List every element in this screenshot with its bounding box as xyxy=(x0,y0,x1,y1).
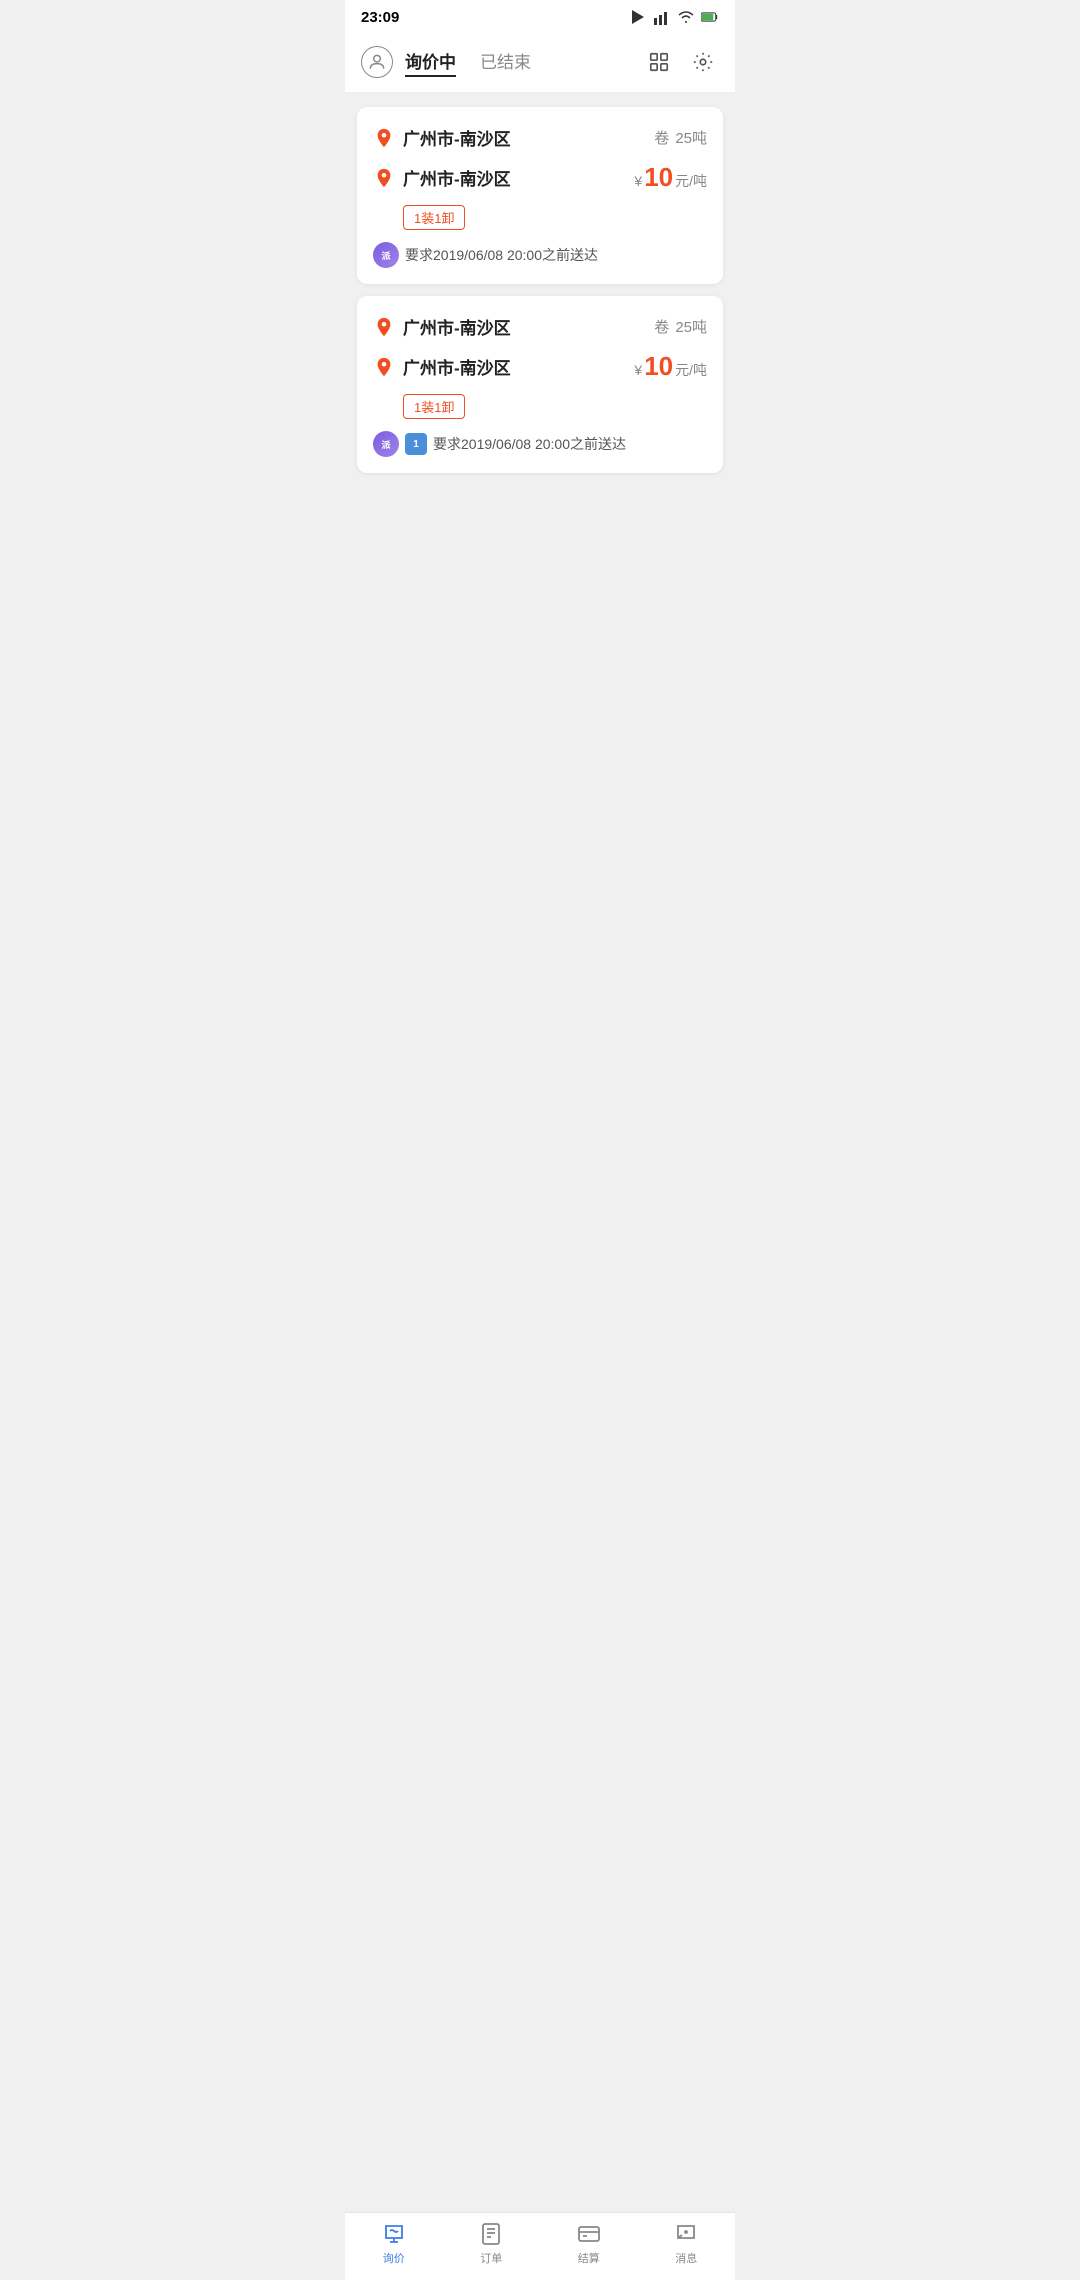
wifi-icon xyxy=(677,8,695,26)
inquiry-icon xyxy=(381,2221,407,2247)
tab-ended[interactable]: 已结束 xyxy=(480,48,531,77)
origin-row-2: 广州市-南沙区 卷 25吨 xyxy=(373,314,707,339)
dest-1: 广州市-南沙区 xyxy=(373,165,511,190)
origin-pin-icon-1 xyxy=(373,127,395,149)
dest-row-1: 广州市-南沙区 ¥ 10 元/吨 xyxy=(373,162,707,193)
origin-city-1: 广州市-南沙区 xyxy=(403,125,511,150)
nav-settlement-label: 结算 xyxy=(578,2250,600,2266)
dispatch-icon-2: 派 xyxy=(373,431,399,457)
nav-message[interactable]: 消息 xyxy=(638,2221,736,2266)
price-row-1: ¥ 10 元/吨 xyxy=(634,162,707,193)
header-tabs: 询价中 已结束 xyxy=(405,48,643,77)
weight-label-2: 25吨 xyxy=(675,316,707,337)
price-value-1: 10 xyxy=(644,162,673,193)
avatar-icon[interactable] xyxy=(361,46,393,78)
dest-2: 广州市-南沙区 xyxy=(373,354,511,379)
message-icon xyxy=(673,2221,699,2247)
battery-icon xyxy=(701,8,719,26)
origin-2: 广州市-南沙区 xyxy=(373,314,511,339)
nav-order[interactable]: 订单 xyxy=(443,2221,541,2266)
signal-icon xyxy=(653,8,671,26)
header: 询价中 已结束 xyxy=(345,34,735,93)
info-row-2: 派 1 要求2019/06/08 20:00之前送达 xyxy=(373,431,707,457)
freight-card-1[interactable]: 广州市-南沙区 卷 25吨 广州市-南沙区 ¥ 10 元/吨 1装1卸 xyxy=(357,107,723,284)
status-time: 23:09 xyxy=(361,9,399,26)
weight-label-1: 25吨 xyxy=(675,127,707,148)
settings-icon-btn[interactable] xyxy=(687,46,719,78)
nav-inquiry[interactable]: 询价 xyxy=(345,2221,443,2266)
tab-inquiring[interactable]: 询价中 xyxy=(405,48,456,77)
volume-label-1: 卷 xyxy=(654,127,669,148)
route-meta-2: 卷 25吨 xyxy=(654,316,707,337)
price-value-2: 10 xyxy=(644,351,673,382)
origin-row-1: 广州市-南沙区 卷 25吨 xyxy=(373,125,707,150)
dispatch-icon-1: 派 xyxy=(373,242,399,268)
dest-city-2: 广州市-南沙区 xyxy=(403,354,511,379)
header-actions xyxy=(643,46,719,78)
freight-card-2[interactable]: 广州市-南沙区 卷 25吨 广州市-南沙区 ¥ 10 元/吨 1装1卸 xyxy=(357,296,723,473)
dest-city-1: 广州市-南沙区 xyxy=(403,165,511,190)
nav-message-label: 消息 xyxy=(675,2250,697,2266)
status-icons xyxy=(629,8,719,26)
play-icon xyxy=(629,8,647,26)
deadline-2: 要求2019/06/08 20:00之前送达 xyxy=(433,434,626,454)
order-icon xyxy=(478,2221,504,2247)
deadline-1: 要求2019/06/08 20:00之前送达 xyxy=(405,245,598,265)
dest-row-2: 广州市-南沙区 ¥ 10 元/吨 xyxy=(373,351,707,382)
tag-2-0: 1装1卸 xyxy=(403,394,465,419)
route-meta-1: 卷 25吨 xyxy=(654,127,707,148)
dest-pin-icon-2 xyxy=(373,356,395,378)
price-row-2: ¥ 10 元/吨 xyxy=(634,351,707,382)
windows-icon-btn[interactable] xyxy=(643,46,675,78)
badge-icon-2: 1 xyxy=(405,433,427,455)
price-unit-2: 元/吨 xyxy=(675,360,707,380)
info-row-1: 派 要求2019/06/08 20:00之前送达 xyxy=(373,242,707,268)
bottom-nav: 询价 订单 结算 xyxy=(345,2212,735,2280)
dest-pin-icon-1 xyxy=(373,167,395,189)
nav-inquiry-label: 询价 xyxy=(383,2250,405,2266)
origin-city-2: 广州市-南沙区 xyxy=(403,314,511,339)
tags-row-2: 1装1卸 xyxy=(403,394,707,419)
volume-label-2: 卷 xyxy=(654,316,669,337)
main-content: 广州市-南沙区 卷 25吨 广州市-南沙区 ¥ 10 元/吨 1装1卸 xyxy=(345,93,735,563)
nav-order-label: 订单 xyxy=(480,2250,502,2266)
tag-1-0: 1装1卸 xyxy=(403,205,465,230)
origin-pin-icon-2 xyxy=(373,316,395,338)
settlement-icon xyxy=(576,2221,602,2247)
origin-1: 广州市-南沙区 xyxy=(373,125,511,150)
tags-row-1: 1装1卸 xyxy=(403,205,707,230)
price-unit-1: 元/吨 xyxy=(675,171,707,191)
nav-settlement[interactable]: 结算 xyxy=(540,2221,638,2266)
status-bar: 23:09 xyxy=(345,0,735,34)
